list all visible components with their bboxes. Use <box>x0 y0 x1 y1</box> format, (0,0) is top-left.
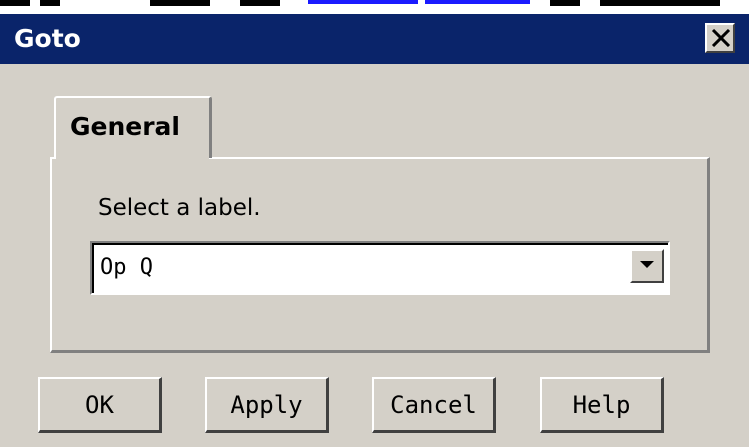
dropdown-button[interactable] <box>630 249 664 283</box>
ok-button[interactable]: OK <box>38 377 162 433</box>
close-button[interactable] <box>705 23 735 53</box>
clipped-page-text <box>0 0 749 14</box>
clipped-glyph <box>240 0 280 6</box>
clipped-link <box>425 0 530 4</box>
apply-button[interactable]: Apply <box>205 377 329 433</box>
clipped-link <box>308 0 418 4</box>
goto-dialog: Goto General Select a label. Op Q OK App… <box>0 14 749 447</box>
cancel-button[interactable]: Cancel <box>372 377 496 433</box>
clipped-glyph <box>600 0 720 6</box>
label-combobox-value[interactable]: Op Q <box>100 255 153 280</box>
combo-inner-border <box>92 243 668 293</box>
tab-general[interactable]: General <box>54 96 212 158</box>
clipped-glyph <box>0 0 30 6</box>
help-button[interactable]: Help <box>540 377 664 433</box>
title-bar[interactable]: Goto <box>0 14 749 64</box>
select-label-prompt: Select a label. <box>98 195 261 221</box>
tab-panel-general: Select a label. Op Q <box>50 157 710 353</box>
dialog-title: Goto <box>14 24 81 53</box>
tab-joint <box>56 155 209 159</box>
clipped-glyph <box>550 0 580 6</box>
label-combobox[interactable]: Op Q <box>90 241 670 295</box>
tab-general-label: General <box>70 112 180 141</box>
clipped-glyph <box>150 0 210 6</box>
chevron-down-icon <box>640 261 654 268</box>
close-icon <box>711 29 731 47</box>
clipped-glyph <box>40 0 60 6</box>
